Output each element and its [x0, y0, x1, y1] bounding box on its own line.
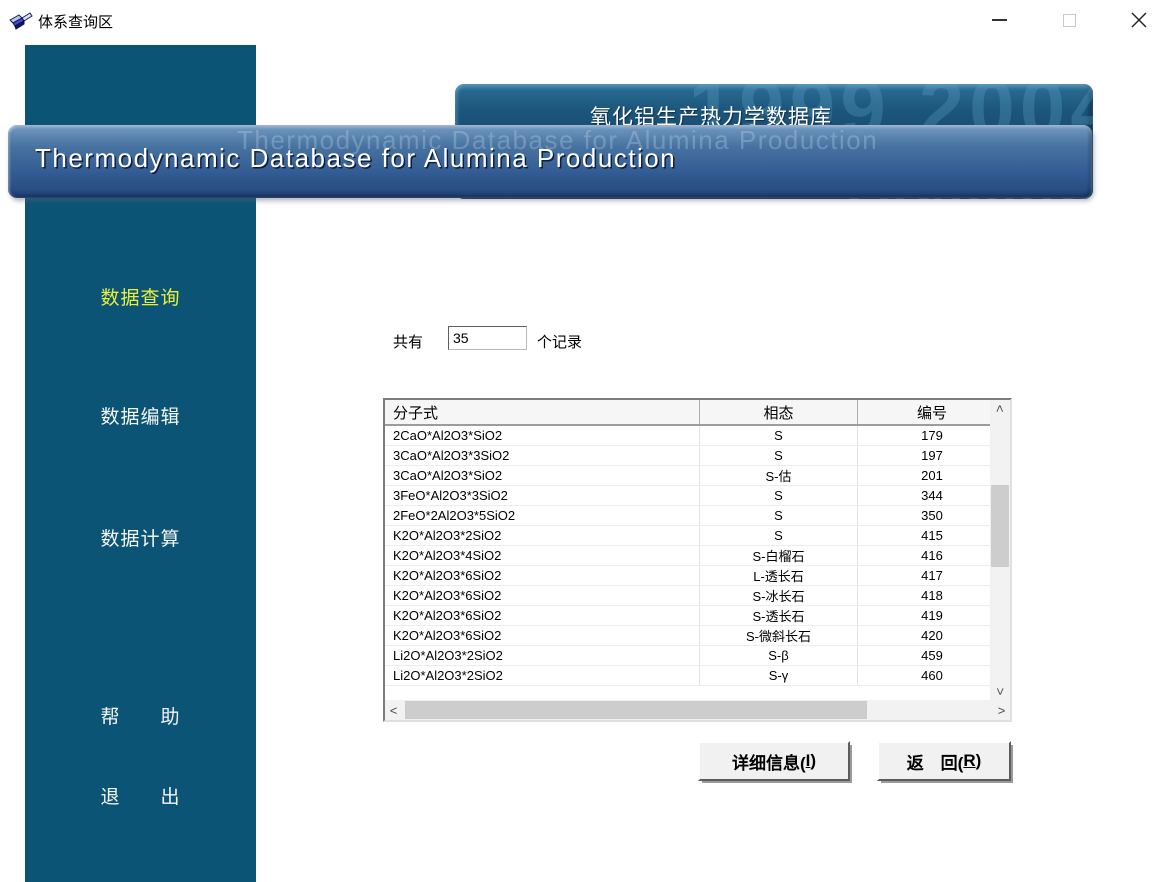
chevron-right-icon: > — [998, 704, 1006, 717]
chevron-up-icon: < — [994, 405, 1007, 413]
detail-info-button[interactable]: 详细信息(I) — [698, 741, 850, 781]
table-row[interactable]: 2CaO*Al2O3*SiO2 S 179 — [385, 426, 990, 446]
cell-id: 420 — [858, 626, 990, 645]
scroll-left-button[interactable]: < — [385, 700, 402, 720]
back-button-mnemonic: R — [963, 751, 975, 771]
cell-id: 419 — [858, 606, 990, 625]
table-row[interactable]: K2O*Al2O3*6SiO2 S-微斜长石 420 — [385, 626, 990, 646]
sidebar-item-data-query[interactable]: 数据查询 — [25, 283, 256, 310]
cell-formula: 3CaO*Al2O3*SiO2 — [385, 466, 700, 485]
cell-phase: L-透长石 — [700, 566, 858, 585]
header-id[interactable]: 编号 — [858, 400, 990, 424]
cell-id: 459 — [858, 646, 990, 665]
table-row[interactable]: 3FeO*Al2O3*3SiO2 S 344 — [385, 486, 990, 506]
cell-formula: K2O*Al2O3*2SiO2 — [385, 526, 700, 545]
horizontal-scrollbar[interactable]: < > — [385, 700, 1010, 720]
sidebar-item-data-edit[interactable]: 数据编辑 — [25, 402, 256, 429]
back-button-text: 返 回( — [907, 749, 964, 774]
table-row[interactable]: K2O*Al2O3*6SiO2 L-透长石 417 — [385, 566, 990, 586]
window-title: 体系查询区 — [38, 11, 113, 32]
cell-phase: S — [700, 446, 858, 465]
table-grid: 分子式 相态 编号 2CaO*Al2O3*SiO2 S 179 3CaO*Al2… — [385, 400, 990, 700]
app-window: 体系查询区 数据查询 数据编辑 数据计算 帮 助 退 出 1999 2004 A… — [0, 0, 1173, 882]
table-row[interactable]: K2O*Al2O3*4SiO2 S-白榴石 416 — [385, 546, 990, 566]
back-button-text-end: ) — [976, 751, 982, 771]
record-count-input[interactable] — [448, 326, 527, 350]
cell-phase: S-透长石 — [700, 606, 858, 625]
cell-formula: K2O*Al2O3*6SiO2 — [385, 606, 700, 625]
table-row[interactable]: K2O*Al2O3*6SiO2 S-冰长石 418 — [385, 586, 990, 606]
close-button[interactable] — [1116, 0, 1162, 40]
cell-id: 201 — [858, 466, 990, 485]
scroll-right-button[interactable]: > — [993, 700, 1010, 720]
header-phase[interactable]: 相态 — [700, 400, 858, 424]
cell-id: 350 — [858, 506, 990, 525]
results-table: 分子式 相态 编号 2CaO*Al2O3*SiO2 S 179 3CaO*Al2… — [383, 398, 1012, 722]
app-icon — [9, 8, 33, 32]
table-row[interactable]: 2FeO*2Al2O3*5SiO2 S 350 — [385, 506, 990, 526]
cell-phase: S — [700, 486, 858, 505]
table-row[interactable]: 3CaO*Al2O3*3SiO2 S 197 — [385, 446, 990, 466]
cell-id: 179 — [858, 426, 990, 445]
table-row[interactable]: K2O*Al2O3*2SiO2 S 415 — [385, 526, 990, 546]
cell-formula: K2O*Al2O3*6SiO2 — [385, 586, 700, 605]
chevron-down-icon: < — [994, 688, 1007, 696]
close-icon — [1131, 12, 1147, 28]
vertical-scrollbar[interactable]: < < — [990, 400, 1010, 700]
cell-id: 416 — [858, 546, 990, 565]
cell-id: 197 — [858, 446, 990, 465]
table-row[interactable]: Li2O*Al2O3*2SiO2 S-γ 460 — [385, 666, 990, 686]
detail-button-text: 详细信息( — [732, 749, 806, 774]
record-count-suffix-label: 个记录 — [537, 331, 582, 352]
cell-phase: S-估 — [700, 466, 858, 485]
cell-id: 415 — [858, 526, 990, 545]
cell-formula: 2CaO*Al2O3*SiO2 — [385, 426, 700, 445]
scroll-down-button[interactable]: < — [990, 683, 1010, 700]
sidebar-item-data-calc[interactable]: 数据计算 — [25, 524, 256, 551]
minimize-icon — [992, 19, 1007, 21]
cell-phase: S — [700, 426, 858, 445]
cell-phase: S-β — [700, 646, 858, 665]
scroll-up-button[interactable]: < — [990, 400, 1010, 417]
table-row[interactable]: 3CaO*Al2O3*SiO2 S-估 201 — [385, 466, 990, 486]
detail-button-text-end: ) — [810, 751, 816, 771]
cell-phase: S-微斜长石 — [700, 626, 858, 645]
cell-formula: 3FeO*Al2O3*3SiO2 — [385, 486, 700, 505]
titlebar: 体系查询区 — [0, 0, 1173, 40]
chevron-left-icon: < — [390, 704, 398, 717]
vertical-scroll-thumb[interactable] — [991, 485, 1009, 567]
header-formula[interactable]: 分子式 — [385, 400, 700, 424]
record-count-prefix-label: 共有 — [393, 331, 423, 352]
table-row[interactable]: K2O*Al2O3*6SiO2 S-透长石 419 — [385, 606, 990, 626]
cell-id: 418 — [858, 586, 990, 605]
cell-formula: 3CaO*Al2O3*3SiO2 — [385, 446, 700, 465]
cell-formula: K2O*Al2O3*6SiO2 — [385, 626, 700, 645]
sidebar-item-help[interactable]: 帮 助 — [25, 702, 256, 729]
table-header-row: 分子式 相态 编号 — [385, 400, 990, 426]
cell-formula: K2O*Al2O3*6SiO2 — [385, 566, 700, 585]
cell-phase: S — [700, 506, 858, 525]
back-button[interactable]: 返 回(R) — [877, 741, 1011, 781]
sidebar-item-exit[interactable]: 退 出 — [25, 782, 256, 809]
horizontal-scroll-thumb[interactable] — [405, 701, 867, 719]
table-row[interactable]: Li2O*Al2O3*2SiO2 S-β 459 — [385, 646, 990, 666]
cell-phase: S-γ — [700, 666, 858, 685]
cell-formula: 2FeO*2Al2O3*5SiO2 — [385, 506, 700, 525]
banner-title-english: Thermodynamic Database for Alumina Produ… — [35, 143, 676, 174]
title-ribbon: Thermodynamic Database for Alumina Produ… — [8, 125, 1092, 198]
table-body: 2CaO*Al2O3*SiO2 S 179 3CaO*Al2O3*3SiO2 S… — [385, 426, 990, 686]
cell-phase: S-冰长石 — [700, 586, 858, 605]
cell-id: 344 — [858, 486, 990, 505]
minimize-button[interactable] — [976, 0, 1022, 40]
cell-formula: Li2O*Al2O3*2SiO2 — [385, 666, 700, 685]
cell-formula: K2O*Al2O3*4SiO2 — [385, 546, 700, 565]
cell-phase: S — [700, 526, 858, 545]
maximize-button — [1046, 0, 1092, 40]
cell-id: 417 — [858, 566, 990, 585]
cell-phase: S-白榴石 — [700, 546, 858, 565]
maximize-icon — [1063, 14, 1076, 27]
cell-formula: Li2O*Al2O3*2SiO2 — [385, 646, 700, 665]
cell-id: 460 — [858, 666, 990, 685]
